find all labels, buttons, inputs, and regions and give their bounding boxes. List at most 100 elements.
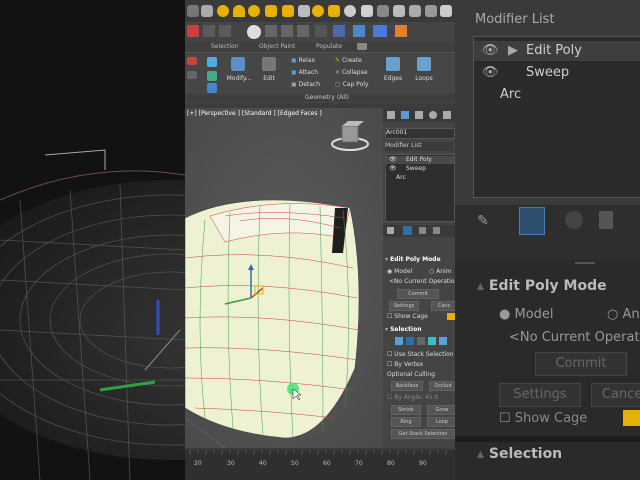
- zoomed-stack-item-edit-poly[interactable]: Edit Poly: [526, 43, 582, 58]
- eye-icon[interactable]: 👁: [389, 156, 397, 163]
- show-cage-checkbox[interactable]: ☐ Show Cage: [387, 313, 428, 320]
- by-angle-checkbox[interactable]: ☐ By Angle: 45.0: [387, 394, 438, 401]
- hierarchy-tab-icon[interactable]: [415, 111, 423, 119]
- create-tab-icon[interactable]: [387, 111, 395, 119]
- selection-header[interactable]: ▾ Selection: [385, 326, 422, 333]
- detach-button[interactable]: ▣ Detach: [291, 81, 320, 88]
- cone-light-icon[interactable]: [217, 5, 229, 17]
- tab-object-paint[interactable]: Object Paint: [259, 43, 295, 50]
- grid-icon[interactable]: [297, 25, 309, 37]
- edges-icon[interactable]: [386, 57, 400, 71]
- dome-icon[interactable]: [233, 5, 245, 17]
- modify-button[interactable]: Modify...: [225, 75, 253, 82]
- eye-icon[interactable]: 👁: [482, 43, 499, 58]
- shrink-button[interactable]: Shrink: [391, 405, 421, 415]
- tube-icon[interactable]: [282, 5, 294, 17]
- geometry-group-label[interactable]: Geometry (All): [305, 94, 349, 101]
- expand-arrow-icon[interactable]: ▶: [508, 43, 518, 58]
- get-stack-selection-button[interactable]: Get Stack Selection: [391, 429, 455, 439]
- show-end-result-icon[interactable]: [519, 207, 545, 235]
- perspective-viewport[interactable]: [+] [Perspective ] [Standard ] [Edged Fa…: [185, 108, 383, 448]
- sphere-icon[interactable]: [248, 5, 260, 17]
- poly-icon[interactable]: [207, 83, 217, 93]
- tree-icon[interactable]: [393, 5, 405, 17]
- panel-splitter[interactable]: [575, 262, 595, 264]
- stack-item-arc[interactable]: Arc: [396, 174, 406, 181]
- object-name-field[interactable]: Arc001: [385, 128, 455, 139]
- zoomed-stack-item-sweep[interactable]: Sweep: [526, 65, 569, 80]
- script-icon[interactable]: [353, 25, 365, 37]
- zoomed-selection-header[interactable]: ▴ Selection: [477, 446, 562, 462]
- layers-icon[interactable]: [265, 25, 277, 37]
- material-icon[interactable]: [361, 5, 373, 17]
- modifier-list-dropdown[interactable]: Modifier List: [385, 142, 453, 151]
- bulb-icon[interactable]: [328, 5, 340, 17]
- stack-icon-2[interactable]: [187, 71, 197, 79]
- vertex-icon[interactable]: [207, 57, 217, 67]
- viewport-label[interactable]: [+] [Perspective ] [Standard ] [Edged Fa…: [187, 110, 322, 117]
- edge-mode-icon[interactable]: [406, 337, 414, 345]
- motion-tab-icon[interactable]: [429, 111, 437, 119]
- animate-radio[interactable]: ○ Anim: [429, 268, 452, 275]
- edges-button[interactable]: Edges: [381, 75, 405, 82]
- tab-selection[interactable]: Selection: [211, 43, 239, 50]
- eye-icon[interactable]: 👁: [482, 65, 499, 80]
- show-end-result-icon[interactable]: [403, 226, 412, 235]
- polygon-mode-icon[interactable]: [428, 337, 436, 345]
- eye-icon[interactable]: 👁: [389, 165, 397, 172]
- border-mode-icon[interactable]: [417, 337, 425, 345]
- settings-button[interactable]: Settings: [389, 301, 419, 311]
- cage-color-swatch[interactable]: [447, 313, 455, 320]
- pin-icon[interactable]: ✎: [477, 213, 493, 229]
- element-mode-icon[interactable]: [439, 337, 447, 345]
- vertex-mode-icon[interactable]: [395, 337, 403, 345]
- zoomed-stack-item-arc[interactable]: Arc: [500, 87, 521, 102]
- pin-icon[interactable]: [387, 227, 394, 234]
- edit-icon[interactable]: [262, 57, 276, 71]
- trash-icon[interactable]: [599, 211, 613, 229]
- backface-button[interactable]: Backface: [391, 381, 423, 391]
- frame-icon[interactable]: [315, 25, 327, 37]
- relax-button[interactable]: ▣ Relax: [291, 57, 315, 64]
- commit-button[interactable]: Commit: [397, 289, 439, 299]
- toolbar-tool-icon[interactable]: [187, 5, 199, 17]
- zoomed-cancel-button[interactable]: Cance: [591, 383, 640, 407]
- search-icon[interactable]: [247, 25, 261, 39]
- camera-icon[interactable]: [201, 5, 213, 17]
- layer-manager-icon[interactable]: [333, 25, 345, 37]
- teapot-icon[interactable]: [265, 5, 277, 17]
- scene-icon[interactable]: [281, 25, 293, 37]
- grow-button[interactable]: Grow: [427, 405, 455, 415]
- trash-icon[interactable]: [433, 227, 440, 234]
- loops-icon[interactable]: [417, 57, 431, 71]
- plugin-icon[interactable]: [395, 25, 407, 37]
- stack-item-sweep[interactable]: Sweep: [406, 165, 426, 172]
- use-stack-selection-checkbox[interactable]: ☐ Use Stack Selection: [387, 351, 454, 358]
- create-button[interactable]: ✎ Create: [335, 57, 362, 64]
- light-icon[interactable]: [425, 5, 437, 17]
- zoomed-anim-radio[interactable]: ○ Anim: [607, 307, 640, 322]
- tab-toggle-icon[interactable]: [357, 43, 367, 50]
- zoomed-cage-color-swatch[interactable]: [623, 410, 640, 426]
- cap-poly-button[interactable]: ▢ Cap Poly: [335, 81, 368, 88]
- loop-button[interactable]: Loop: [427, 417, 455, 427]
- edit-button[interactable]: Edit: [258, 75, 280, 82]
- undo-icon[interactable]: [203, 25, 215, 37]
- render-icon[interactable]: [377, 5, 389, 17]
- make-unique-icon[interactable]: [419, 227, 426, 234]
- make-unique-icon[interactable]: [565, 211, 583, 229]
- zoomed-commit-button[interactable]: Commit: [535, 352, 627, 376]
- atom-icon[interactable]: [344, 5, 356, 17]
- app-icon[interactable]: [373, 25, 387, 37]
- ring-button[interactable]: Ring: [391, 417, 421, 427]
- redo-icon[interactable]: [219, 25, 231, 37]
- snap-icon[interactable]: [187, 25, 199, 37]
- stack-item-edit-poly[interactable]: Edit Poly: [406, 156, 432, 163]
- zoomed-model-radio[interactable]: ● Model: [499, 307, 554, 322]
- model-radio[interactable]: ◉ Model: [387, 268, 412, 275]
- occlude-button[interactable]: Occlud: [429, 381, 455, 391]
- zoomed-modifier-list[interactable]: Modifier List: [475, 12, 554, 27]
- edge-icon[interactable]: [207, 71, 217, 81]
- edit-poly-mode-header[interactable]: ▾ Edit Poly Mode: [385, 256, 441, 263]
- sun-icon[interactable]: [312, 5, 324, 17]
